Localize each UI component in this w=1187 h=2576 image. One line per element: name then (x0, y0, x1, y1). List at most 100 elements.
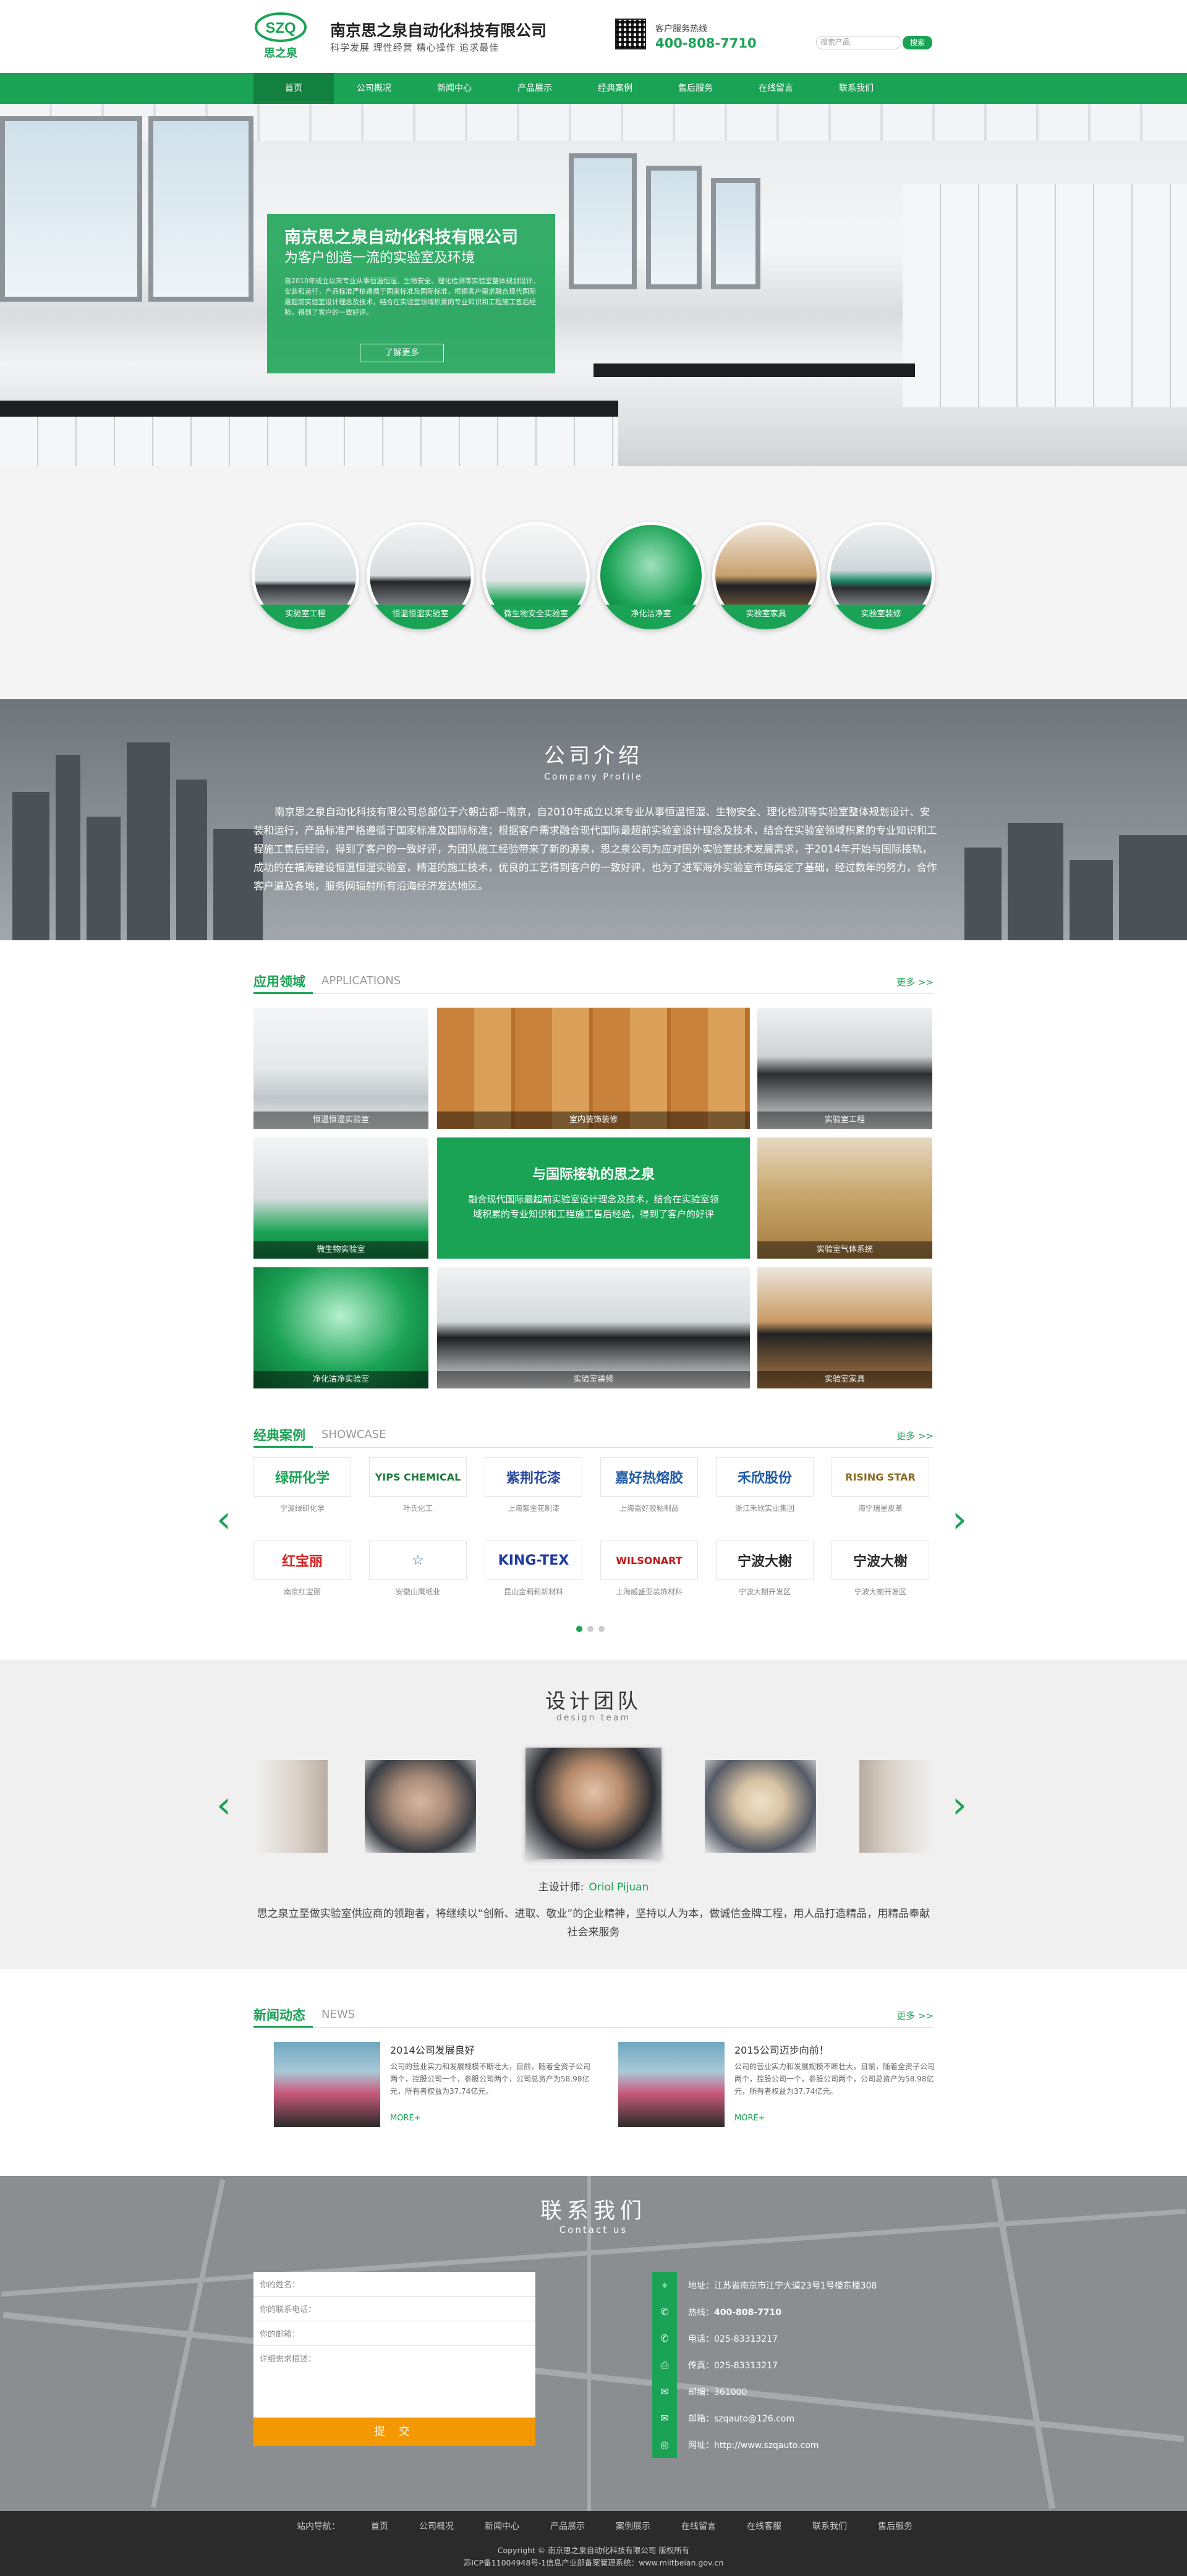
mail-icon: ✉ (652, 2378, 677, 2405)
more-link[interactable]: 更多 >> (896, 1429, 934, 1442)
carousel-dot[interactable] (587, 1626, 594, 1632)
case-logo[interactable]: 宁波大榭 (832, 1541, 929, 1580)
case-logo[interactable]: 绿研化学 (253, 1457, 351, 1497)
case-logo[interactable]: 宁波大榭 (716, 1541, 814, 1580)
submit-button[interactable]: 提 交 (253, 2418, 535, 2446)
case-item[interactable]: 宁波大榭 宁波大榭开发区 (716, 1541, 814, 1597)
detail-textarea[interactable]: 详细需求描述： (253, 2346, 535, 2418)
team-member-photo[interactable] (255, 1760, 328, 1853)
app-tile-microbe[interactable]: 微生物实验室 (253, 1137, 428, 1259)
case-logo[interactable]: 禾欣股份 (716, 1457, 814, 1497)
circle-biosafety[interactable]: 微生物安全实验室 (482, 522, 590, 629)
nav-item-cases[interactable]: 经典案例 (575, 73, 655, 104)
email-field[interactable]: 你的邮箱： (253, 2321, 535, 2346)
case-item[interactable]: 绿研化学 宁波绿研化学 (253, 1457, 351, 1513)
case-logo[interactable]: 红宝丽 (253, 1541, 351, 1580)
news-more-link[interactable]: MORE+ (390, 2114, 421, 2123)
chevron-right-icon[interactable]: › (952, 1787, 967, 1824)
icp-text: 苏ICP备11004948号-1信息产业部备案管理系统：www.miitbeia… (463, 2558, 724, 2567)
nav-item-contact[interactable]: 联系我们 (816, 73, 896, 104)
news-item[interactable]: 2015公司迈步向前！ 公司的营业实力和发展规模不断壮大，目前，随着全资子公司两… (618, 2042, 940, 2127)
news-item[interactable]: 2014公司发展良好 公司的营业实力和发展规模不断壮大，目前，随着全资子公司两个… (274, 2042, 595, 2127)
nav-item-home[interactable]: 首页 (253, 73, 334, 104)
case-item[interactable]: 红宝丽 南京红宝丽 (253, 1541, 351, 1597)
banner-bench (594, 363, 915, 377)
news-thumbnail[interactable] (618, 2042, 725, 2127)
company-logo[interactable]: SZQ 思之泉 (253, 9, 308, 63)
footer-link[interactable]: 新闻中心 (485, 2520, 519, 2532)
hotline-number: 400-808-7710 (655, 36, 757, 51)
contact-info-row: ✆ 热线：400-808-7710 (652, 2298, 934, 2325)
team-member-photo-active[interactable] (525, 1748, 662, 1859)
case-logo[interactable]: RISING STAR (832, 1457, 929, 1497)
contact-info-label: 邮箱： (688, 2413, 714, 2424)
app-tile-gas-system[interactable]: 实验室气体系统 (757, 1137, 932, 1259)
nav-item-products[interactable]: 产品展示 (495, 73, 575, 104)
case-item[interactable]: KING-TEX 昆山金莉莉新材料 (485, 1541, 582, 1597)
case-item[interactable]: YIPS CHEMICAL 叶氏化工 (369, 1457, 467, 1513)
team-member-photo[interactable] (705, 1760, 816, 1853)
team-member-photo[interactable] (859, 1760, 932, 1853)
more-link[interactable]: 更多 >> (896, 2009, 934, 2022)
chevron-right-icon[interactable]: › (952, 1501, 967, 1538)
footer-link[interactable]: 案例展示 (616, 2520, 650, 2532)
app-tile-interior[interactable]: 室内装饰装修 (437, 1008, 750, 1129)
case-logo[interactable]: ☆ (369, 1541, 467, 1580)
footer-link[interactable]: 售后服务 (878, 2520, 913, 2532)
app-tile-constant-temp[interactable]: 恒温恒湿实验室 (253, 1008, 428, 1129)
circle-constant-temp[interactable]: 恒温恒湿实验室 (367, 522, 474, 629)
footer-link[interactable]: 联系我们 (812, 2520, 847, 2532)
phone-field[interactable]: 你的联系电话： (253, 2297, 535, 2321)
case-logo[interactable]: 嘉好热熔胶 (600, 1457, 698, 1497)
news-title[interactable]: 2014公司发展良好 (390, 2042, 475, 2057)
app-tile-lab-decoration[interactable]: 实验室装修 (437, 1267, 750, 1388)
contact-info-row: ✆ 电话：025-83313217 (652, 2325, 934, 2352)
app-tile-lab-furniture[interactable]: 实验室家具 (757, 1267, 932, 1388)
nav-item-service[interactable]: 售后服务 (655, 73, 736, 104)
team-member-photo[interactable] (365, 1760, 476, 1853)
case-item[interactable]: 禾欣股份 浙江禾欣实业集团 (716, 1457, 814, 1513)
city-building (87, 817, 121, 940)
nav-item-about[interactable]: 公司概况 (334, 73, 414, 104)
learn-more-button[interactable]: 了解更多 (360, 344, 444, 362)
search-button[interactable]: 搜索 (903, 36, 932, 49)
circle-lab-decoration[interactable]: 实验室装修 (827, 522, 935, 629)
app-tile-lab-engineering[interactable]: 实验室工程 (757, 1008, 932, 1129)
case-item[interactable]: RISING STAR 海宁瑞星皮革 (832, 1457, 929, 1513)
footer-link[interactable]: 在线留言 (681, 2520, 716, 2532)
name-field[interactable]: 你的姓名： (253, 2272, 535, 2297)
case-logo[interactable]: WILSONART (600, 1541, 698, 1580)
designer-label: 主设计师: (538, 1881, 584, 1894)
case-item[interactable]: ☆ 安徽山鹰纸业 (369, 1541, 467, 1597)
tile-caption: 净化洁净实验室 (253, 1371, 428, 1388)
news-more-link[interactable]: MORE+ (734, 2114, 765, 2123)
case-item[interactable]: 宁波大榭 宁波大榭开发区 (832, 1541, 929, 1597)
case-item[interactable]: WILSONART 上海威盛亚装饰材料 (600, 1541, 698, 1597)
circle-lab-engineering[interactable]: 实验室工程 (252, 522, 359, 629)
nav-item-message[interactable]: 在线留言 (736, 73, 816, 104)
news-thumbnail[interactable] (274, 2042, 380, 2127)
carousel-dot[interactable] (576, 1626, 582, 1632)
circle-cleanroom[interactable]: 净化洁净室 (597, 522, 705, 629)
team-title: 设计团队 (545, 1689, 642, 1713)
case-logo[interactable]: 紫荆花漆 (485, 1457, 582, 1497)
contact-info-value[interactable]: http://www.szqauto.com (714, 2441, 819, 2451)
footer-link[interactable]: 产品展示 (550, 2520, 585, 2532)
footer-link[interactable]: 首页 (371, 2520, 388, 2532)
app-tile-cleanroom[interactable]: 净化洁净实验室 (253, 1267, 428, 1388)
circle-lab-furniture[interactable]: 实验室家具 (712, 522, 820, 629)
case-item[interactable]: 嘉好热熔胶 上海嘉好胶粘制品 (600, 1457, 698, 1513)
footer-link[interactable]: 公司概况 (419, 2520, 454, 2532)
news-title[interactable]: 2015公司迈步向前！ (734, 2042, 829, 2057)
chevron-left-icon[interactable]: ‹ (216, 1787, 231, 1824)
search-input[interactable]: 搜索产品 (816, 36, 901, 49)
chevron-left-icon[interactable]: ‹ (216, 1501, 231, 1538)
more-link[interactable]: 更多 >> (896, 976, 934, 988)
case-item[interactable]: 紫荆花漆 上海紫金花制漆 (485, 1457, 582, 1513)
case-logo[interactable]: YIPS CHEMICAL (369, 1457, 467, 1497)
carousel-dot[interactable] (598, 1626, 605, 1632)
contact-info-value[interactable]: szqauto@126.com (714, 2414, 794, 2424)
footer-link[interactable]: 在线客服 (747, 2520, 781, 2532)
nav-item-news[interactable]: 新闻中心 (414, 73, 495, 104)
case-logo[interactable]: KING-TEX (485, 1541, 582, 1580)
